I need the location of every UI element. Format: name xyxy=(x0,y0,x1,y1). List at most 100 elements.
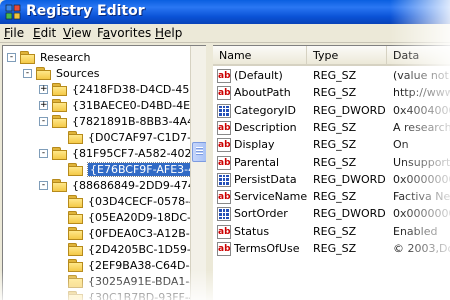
tree-item-label-selected: {E76BCF9F-AFE3-4 xyxy=(86,162,199,177)
column-header-name[interactable]: Name xyxy=(213,46,307,66)
value-data: On xyxy=(393,138,409,152)
tree-item[interactable]: {3025A91E-BDA1-4 xyxy=(3,274,207,290)
folder-icon xyxy=(52,115,68,128)
tree-item-label: {05EA20D9-18DC-4 xyxy=(88,211,199,224)
tree-item[interactable]: {E76BCF9F-AFE3-4 xyxy=(3,162,207,178)
scrollbar-grip-icon xyxy=(196,147,203,156)
title-bar[interactable]: Registry Editor xyxy=(0,0,450,24)
value-data: (value not s xyxy=(393,69,450,82)
folder-icon xyxy=(52,179,68,192)
value-data: © 2003,Dow xyxy=(393,242,450,255)
tree-item[interactable]: + {31BAECE0-D4BD-4EA5 xyxy=(3,98,207,114)
string-value-icon: ab xyxy=(217,155,231,170)
tree-item-label: {0FDEA0C3-A12B-4 xyxy=(88,227,197,240)
collapse-icon[interactable]: - xyxy=(39,149,48,158)
value-name: CategoryID xyxy=(234,103,296,117)
value-row[interactable]: CategoryID REG_DWORD 0x40040000 xyxy=(213,103,450,120)
value-data: Enabled xyxy=(393,224,438,238)
menu-file[interactable]: File xyxy=(4,26,24,40)
value-type: REG_DWORD xyxy=(313,172,386,186)
tree-item[interactable]: {D0C7AF97-C1D7-4 xyxy=(3,130,207,146)
value-data: Unsupporte xyxy=(393,155,450,169)
tree-item-label: {31BAECE0-D4BD-4EA5 xyxy=(72,99,205,112)
folder-icon xyxy=(68,131,84,144)
tree-item[interactable]: {30C1B7BD-93FF-4 xyxy=(3,290,207,300)
tree-item[interactable]: {2D4205BC-1D59-4 xyxy=(3,242,207,258)
string-value-icon: ab xyxy=(217,190,231,205)
tree-item-label: {81F95CF7-A582-402A xyxy=(72,147,200,160)
pane-splitter[interactable] xyxy=(206,45,213,300)
value-name: SortOrder xyxy=(234,207,288,221)
tree-item[interactable]: - Sources xyxy=(3,66,207,82)
string-value-icon: ab xyxy=(217,120,231,135)
value-type: REG_SZ xyxy=(313,120,357,134)
folder-icon xyxy=(68,163,84,176)
folder-icon xyxy=(52,83,68,96)
value-row[interactable]: abServiceName REG_SZ Factiva New xyxy=(213,189,450,206)
string-value-icon: ab xyxy=(217,69,231,83)
value-row[interactable]: ab Status REG_SZ Enabled xyxy=(213,224,450,241)
string-value-icon: ab xyxy=(217,138,231,153)
value-row[interactable]: SortOrder REG_DWORD 0x00000000 xyxy=(213,206,450,223)
expand-icon[interactable]: + xyxy=(39,101,48,110)
value-name: Status xyxy=(234,224,270,238)
tree-item-label: {2D4205BC-1D59-4 xyxy=(88,243,198,256)
column-header-data[interactable]: Data xyxy=(387,46,450,66)
menu-edit[interactable]: Edit xyxy=(33,26,56,40)
folder-icon xyxy=(68,275,84,288)
menu-help[interactable]: Help xyxy=(155,26,182,40)
folder-icon xyxy=(52,99,68,112)
value-data: 0x00000000 xyxy=(393,172,450,186)
menu-favorites[interactable]: Favorites xyxy=(97,26,151,40)
value-row[interactable]: ab AboutPath REG_SZ http://www. xyxy=(213,85,450,102)
value-name: PersistData xyxy=(234,172,297,186)
tree-item-label: {2418FD38-D4CD-45B5 xyxy=(72,83,204,96)
value-name: (Default) xyxy=(234,69,283,82)
collapse-icon[interactable]: - xyxy=(7,53,16,62)
tree-item[interactable]: - Research xyxy=(3,50,207,66)
value-data: 0x40040000 xyxy=(393,103,450,117)
value-type: REG_SZ xyxy=(313,242,357,255)
value-row[interactable]: ab(Default) REG_SZ (value not s xyxy=(213,68,450,85)
value-type: REG_SZ xyxy=(313,69,357,82)
tree-item[interactable]: {0FDEA0C3-A12B-4 xyxy=(3,226,207,242)
tree-item[interactable]: {05EA20D9-18DC-4 xyxy=(3,210,207,226)
dword-value-icon xyxy=(217,103,231,118)
value-name: TermsOfUse xyxy=(234,242,300,255)
tree-item-label: {3025A91E-BDA1-4 xyxy=(88,275,197,288)
value-row[interactable]: ab Description REG_SZ A research xyxy=(213,120,450,137)
tree-item[interactable]: {03D4CECF-0578-4 xyxy=(3,194,207,210)
tree-item[interactable]: - {88686849-2DD9-474D xyxy=(3,178,207,194)
tree-item[interactable]: {2EF9BA38-C64D-4 xyxy=(3,258,207,274)
folder-icon xyxy=(68,291,84,300)
value-type: REG_SZ xyxy=(313,224,357,238)
value-row[interactable]: abParental REG_SZ Unsupporte xyxy=(213,155,450,172)
expand-icon[interactable]: + xyxy=(39,85,48,94)
value-row[interactable]: PersistData REG_DWORD 0x00000000 xyxy=(213,172,450,189)
collapse-icon[interactable]: - xyxy=(39,117,48,126)
tree-vertical-scrollbar[interactable] xyxy=(190,46,207,300)
value-row[interactable]: ab Display REG_SZ On xyxy=(213,137,450,154)
scrollbar-thumb[interactable] xyxy=(192,142,207,162)
collapse-icon[interactable]: - xyxy=(23,69,32,78)
column-header-type[interactable]: Type xyxy=(307,46,387,66)
string-value-icon: ab xyxy=(217,224,231,239)
value-row[interactable]: abTermsOfUse REG_SZ © 2003,Dow xyxy=(213,241,450,258)
registry-values-list[interactable]: Name Type Data ab (Default) REG_SZ (value not … xyxy=(213,45,450,300)
registry-key-tree[interactable]: - Research - Sources + {2418FD38-D4CD-45B5 + {3… xyxy=(2,45,207,300)
value-name: ServiceName xyxy=(234,190,308,204)
folder-icon xyxy=(68,195,84,208)
menu-view[interactable]: View xyxy=(63,26,91,40)
tree-item[interactable]: - {7821891B-8BB3-4A42- xyxy=(3,114,207,130)
tree-item-label: Research xyxy=(40,51,91,64)
value-data: http://www. xyxy=(393,86,450,100)
dword-value-icon xyxy=(217,207,231,222)
value-data: A research xyxy=(393,120,450,134)
collapse-icon[interactable]: - xyxy=(39,181,48,190)
tree-item[interactable]: - {81F95CF7-A582-402A xyxy=(3,146,207,162)
folder-icon xyxy=(52,147,68,160)
tree-item-label: {D0C7AF97-C1D7-4 xyxy=(88,131,199,144)
value-name: Description xyxy=(234,120,297,134)
registry-editor-window: Registry Editor File Edit View Favorites Hel… xyxy=(0,0,450,300)
tree-item[interactable]: + {2418FD38-D4CD-45B5 xyxy=(3,82,207,98)
